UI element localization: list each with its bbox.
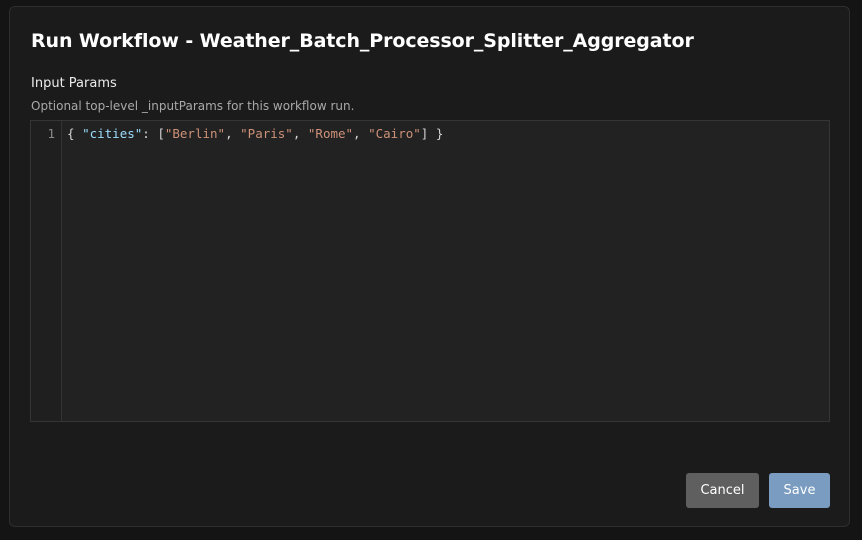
code-separator: , bbox=[292, 126, 308, 141]
editor-gutter: 1 bbox=[31, 121, 62, 421]
code-colon-bracket: : [ bbox=[142, 126, 165, 141]
code-close-bracket: ] } bbox=[420, 126, 444, 141]
input-params-help-text: Optional top-level _inputParams for this… bbox=[31, 99, 355, 113]
code-separator: , bbox=[225, 126, 241, 141]
code-string-value: "Berlin" bbox=[164, 126, 226, 141]
code-separator: , bbox=[353, 126, 369, 141]
cancel-button[interactable]: Cancel bbox=[686, 473, 759, 508]
line-number: 1 bbox=[47, 126, 55, 141]
code-open-brace: { bbox=[67, 126, 83, 141]
save-button[interactable]: Save bbox=[769, 473, 830, 508]
code-string-value: "Rome" bbox=[307, 126, 354, 141]
code-line[interactable]: { "cities": ["Berlin", "Paris", "Rome", … bbox=[67, 126, 443, 141]
code-string-value: "Paris" bbox=[240, 126, 293, 141]
dialog-title: Run Workflow - Weather_Batch_Processor_S… bbox=[31, 30, 694, 52]
code-string-value: "Cairo" bbox=[368, 126, 421, 141]
code-key-cities: "cities" bbox=[82, 126, 143, 141]
input-params-label: Input Params bbox=[31, 76, 117, 91]
run-workflow-dialog: Run Workflow - Weather_Batch_Processor_S… bbox=[9, 6, 850, 527]
input-params-code-editor[interactable]: 1 { "cities": ["Berlin", "Paris", "Rome"… bbox=[30, 120, 830, 422]
